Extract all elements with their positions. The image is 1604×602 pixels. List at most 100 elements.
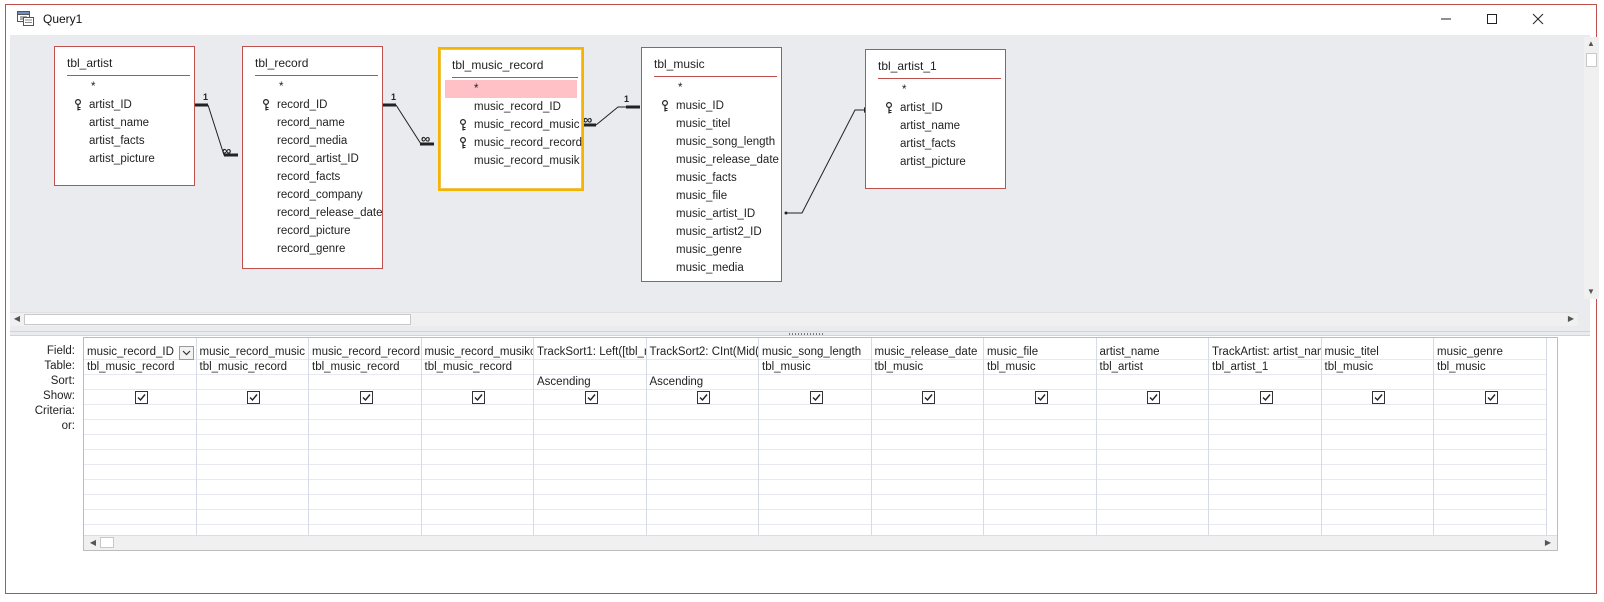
show-checkbox[interactable] (247, 390, 261, 404)
grid-or-cell[interactable] (1434, 420, 1546, 435)
grid-or-cell[interactable] (309, 480, 421, 495)
grid-criteria-cell[interactable] (759, 405, 871, 420)
scroll-right-icon[interactable]: ▶ (1564, 312, 1578, 326)
grid-column[interactable]: music_record_music tbl_music_record (196, 338, 309, 540)
grid-or-cell[interactable] (1209, 480, 1321, 495)
field-item[interactable]: music_genre (642, 241, 781, 259)
grid-field-cell[interactable]: music_song_length (759, 345, 871, 360)
field-item[interactable]: record_picture (243, 222, 382, 240)
grid-or-cell[interactable] (1434, 465, 1546, 480)
grid-or-cell[interactable] (1096, 435, 1208, 450)
scroll-thumb[interactable] (1586, 53, 1597, 67)
grid-column[interactable]: TrackArtist: artist_nam tbl_artist_1 (1209, 338, 1322, 540)
grid-field-cell[interactable]: music_record_musiko (421, 345, 533, 360)
grid-criteria-cell[interactable] (534, 405, 646, 420)
grid-or-cell[interactable] (1434, 510, 1546, 525)
grid-sort-cell[interactable] (759, 375, 871, 390)
design-horizontal-scrollbar[interactable]: ◀ ▶ (10, 312, 1578, 326)
grid-column[interactable]: music_titel tbl_music (1321, 338, 1434, 540)
grid-or-cell[interactable] (984, 510, 1096, 525)
field-item[interactable]: record_media (243, 132, 382, 150)
table-tbl-music[interactable]: tbl_music * music_ID music_titel music_s… (641, 47, 782, 282)
field-item[interactable]: music_artist2_ID (642, 223, 781, 241)
grid-or-cell[interactable] (871, 450, 983, 465)
grid-or-cell[interactable] (984, 450, 1096, 465)
grid-or-cell[interactable] (534, 510, 646, 525)
grid-or-cell[interactable] (759, 420, 871, 435)
grid-table-cell[interactable]: tbl_music_record (84, 360, 196, 375)
grid-or-cell[interactable] (759, 435, 871, 450)
field-item[interactable]: music_media (642, 259, 781, 277)
grid-criteria-cell[interactable] (84, 405, 196, 420)
grid-criteria-cell[interactable] (196, 405, 308, 420)
pane-splitter[interactable] (10, 331, 1590, 336)
show-checkbox[interactable] (472, 390, 486, 404)
grid-or-cell[interactable] (1096, 495, 1208, 510)
grid-field-cell[interactable]: TrackSort1: Left([tbl_m (534, 345, 646, 360)
grid-show-cell[interactable] (1096, 390, 1208, 405)
grid-sort-cell[interactable] (196, 375, 308, 390)
grid-or-cell[interactable] (421, 510, 533, 525)
grid-field-cell[interactable]: music_file (984, 345, 1096, 360)
grid-column[interactable]: TrackSort2: CInt(Mid([Ascending (646, 338, 759, 540)
grid-or-cell[interactable] (871, 420, 983, 435)
minimize-button[interactable] (1423, 5, 1469, 33)
grid-table-cell[interactable]: tbl_music (1434, 360, 1546, 375)
field-item-selected[interactable]: * (445, 80, 577, 98)
grid-or-cell[interactable] (196, 420, 308, 435)
field-item[interactable]: music_record_record (440, 134, 582, 152)
grid-or-cell[interactable] (646, 495, 758, 510)
grid-table-cell[interactable]: tbl_music (871, 360, 983, 375)
field-item[interactable]: music_record_music (440, 116, 582, 134)
scroll-left-icon[interactable]: ◀ (10, 312, 24, 326)
show-checkbox[interactable] (809, 390, 823, 404)
grid-or-cell[interactable] (1321, 480, 1433, 495)
grid-or-cell[interactable] (1434, 480, 1546, 495)
grid-or-cell[interactable] (646, 420, 758, 435)
grid-or-cell[interactable] (309, 450, 421, 465)
grid-or-cell[interactable] (196, 480, 308, 495)
grid-or-cell[interactable] (646, 435, 758, 450)
grid-or-cell[interactable] (1321, 450, 1433, 465)
grid-sort-cell[interactable] (1096, 375, 1208, 390)
grid-show-cell[interactable] (421, 390, 533, 405)
grid-show-cell[interactable] (871, 390, 983, 405)
scroll-up-icon[interactable]: ▲ (1584, 37, 1598, 51)
field-dropdown-button[interactable] (178, 346, 194, 360)
grid-sort-cell[interactable]: Ascending (534, 375, 646, 390)
grid-show-cell[interactable] (309, 390, 421, 405)
grid-columns[interactable]: music_genre tbl_music music_titel tbl_music… (83, 337, 1558, 551)
field-item[interactable]: * (243, 78, 382, 96)
grid-or-cell[interactable] (1096, 465, 1208, 480)
field-item[interactable]: * (642, 79, 781, 97)
grid-or-cell[interactable] (871, 510, 983, 525)
grid-or-cell[interactable] (759, 480, 871, 495)
grid-table-cell[interactable]: tbl_music_record (421, 360, 533, 375)
show-checkbox[interactable] (134, 390, 148, 404)
field-item[interactable]: music_file (642, 187, 781, 205)
query-design-pane[interactable]: 1 ∞ 1 ∞ ∞ 1 tbl_artist * artist_ID artis… (10, 35, 1590, 331)
field-item[interactable]: * (55, 78, 194, 96)
grid-or-cell[interactable] (534, 420, 646, 435)
grid-or-cell[interactable] (871, 435, 983, 450)
grid-show-cell[interactable] (646, 390, 758, 405)
field-item[interactable]: artist_picture (866, 153, 1005, 171)
grid-sort-cell[interactable] (309, 375, 421, 390)
grid-sort-cell[interactable]: Ascending (646, 375, 758, 390)
grid-or-cell[interactable] (196, 495, 308, 510)
grid-column[interactable]: artist_name tbl_artist (1096, 338, 1209, 540)
grid-field-cell[interactable]: artist_name (1096, 345, 1208, 360)
grid-sort-cell[interactable] (1321, 375, 1433, 390)
grid-or-cell[interactable] (1321, 510, 1433, 525)
field-item[interactable]: artist_facts (55, 132, 194, 150)
table-tbl-record[interactable]: tbl_record * record_ID record_name recor… (242, 46, 383, 269)
grid-table-cell[interactable]: tbl_music (1321, 360, 1433, 375)
field-item[interactable]: music_release_date (642, 151, 781, 169)
scroll-down-icon[interactable]: ▼ (1584, 285, 1598, 299)
grid-or-cell[interactable] (871, 465, 983, 480)
grid-or-cell[interactable] (1209, 495, 1321, 510)
grid-or-cell[interactable] (421, 465, 533, 480)
grid-or-cell[interactable] (534, 480, 646, 495)
grid-or-cell[interactable] (196, 450, 308, 465)
grid-or-cell[interactable] (534, 450, 646, 465)
